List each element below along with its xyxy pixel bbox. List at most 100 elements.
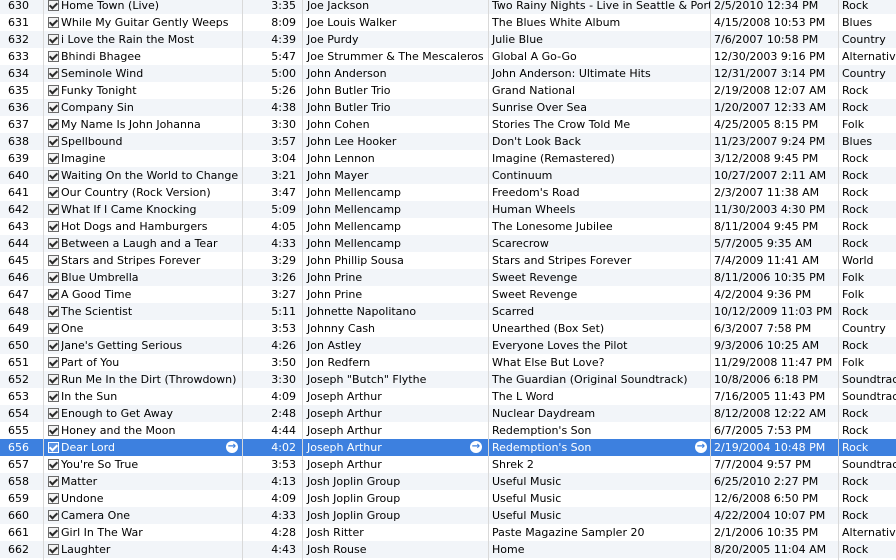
checkbox-checked-icon[interactable] <box>48 51 59 62</box>
track-row[interactable]: 642 What If I Came Knocking 5:09 John Melle… <box>0 201 896 218</box>
track-row[interactable]: 653 In the Sun 4:09 Joseph Arthur The L Word… <box>0 388 896 405</box>
track-checkbox-cell[interactable] <box>43 405 61 422</box>
track-checkbox-cell[interactable] <box>43 99 61 116</box>
checkbox-checked-icon[interactable] <box>48 68 59 79</box>
track-checkbox-cell[interactable] <box>43 167 61 184</box>
track-checkbox-cell[interactable] <box>43 286 61 303</box>
track-checkbox-cell[interactable] <box>43 0 61 14</box>
track-row[interactable]: 638 Spellbound 3:57 John Lee Hooker Don't Lo… <box>0 133 896 150</box>
track-row[interactable]: 630 Home Town (Live) 3:35 Joe Jackson Two Ra… <box>0 0 896 14</box>
track-row[interactable]: 640 Waiting On the World to Change 3:21 Joh… <box>0 167 896 184</box>
go-to-arrow-icon[interactable]: → <box>695 441 707 453</box>
checkbox-checked-icon[interactable] <box>48 289 59 300</box>
track-row[interactable]: 649 One 3:53 Johnny Cash Unearthed (Box Set)… <box>0 320 896 337</box>
checkbox-checked-icon[interactable] <box>48 85 59 96</box>
track-checkbox-cell[interactable] <box>43 31 61 48</box>
track-checkbox-cell[interactable] <box>43 388 61 405</box>
track-checkbox-cell[interactable] <box>43 150 61 167</box>
track-row[interactable]: 660 Camera One 4:33 Josh Joplin Group Useful… <box>0 507 896 524</box>
checkbox-checked-icon[interactable] <box>48 340 59 351</box>
checkbox-checked-icon[interactable] <box>48 119 59 130</box>
track-checkbox-cell[interactable] <box>43 116 61 133</box>
song-list[interactable]: 630 Home Town (Live) 3:35 Joe Jackson Two Ra… <box>0 0 896 560</box>
track-row[interactable]: 645 Stars and Stripes Forever 3:29 John Phi… <box>0 252 896 269</box>
track-checkbox-cell[interactable] <box>43 269 61 286</box>
checkbox-checked-icon[interactable] <box>48 357 59 368</box>
checkbox-checked-icon[interactable] <box>48 221 59 232</box>
track-checkbox-cell[interactable] <box>43 184 61 201</box>
checkbox-checked-icon[interactable] <box>48 170 59 181</box>
track-checkbox-cell[interactable] <box>43 133 61 150</box>
checkbox-checked-icon[interactable] <box>48 374 59 385</box>
track-checkbox-cell[interactable] <box>43 422 61 439</box>
track-row[interactable]: 632 i Love the Rain the Most 4:39 Joe Purdy… <box>0 31 896 48</box>
checkbox-checked-icon[interactable] <box>48 408 59 419</box>
track-checkbox-cell[interactable] <box>43 524 61 541</box>
checkbox-checked-icon[interactable] <box>48 272 59 283</box>
track-row[interactable]: 659 Undone 4:09 Josh Joplin Group Useful Mus… <box>0 490 896 507</box>
checkbox-checked-icon[interactable] <box>48 0 59 11</box>
checkbox-checked-icon[interactable] <box>48 136 59 147</box>
checkbox-checked-icon[interactable] <box>48 204 59 215</box>
track-checkbox-cell[interactable] <box>43 490 61 507</box>
track-row[interactable]: 643 Hot Dogs and Hamburgers 4:05 John Melle… <box>0 218 896 235</box>
track-row[interactable]: 644 Between a Laugh and a Tear 4:33 John Me… <box>0 235 896 252</box>
checkbox-checked-icon[interactable] <box>48 459 59 470</box>
track-row[interactable]: 652 Run Me In the Dirt (Throwdown) 3:30 Jos… <box>0 371 896 388</box>
checkbox-checked-icon[interactable] <box>48 153 59 164</box>
checkbox-checked-icon[interactable] <box>48 306 59 317</box>
track-checkbox-cell[interactable] <box>43 218 61 235</box>
track-checkbox-cell[interactable] <box>43 65 61 82</box>
track-checkbox-cell[interactable] <box>43 507 61 524</box>
track-row[interactable]: 648 The Scientist 5:11 Johnette Napolitano S… <box>0 303 896 320</box>
track-row[interactable]: 635 Funky Tonight 5:26 John Butler Trio Gran… <box>0 82 896 99</box>
track-checkbox-cell[interactable] <box>43 14 61 31</box>
track-row[interactable]: 637 My Name Is John Johanna 3:30 John Cohen… <box>0 116 896 133</box>
go-to-arrow-icon[interactable]: → <box>226 441 238 453</box>
track-row[interactable]: 650 Jane's Getting Serious 4:26 Jon Astley E… <box>0 337 896 354</box>
track-row[interactable]: 647 A Good Time 3:27 John Prine Sweet Reveng… <box>0 286 896 303</box>
track-row[interactable]: 636 Company Sin 4:38 John Butler Trio Sunris… <box>0 99 896 116</box>
checkbox-checked-icon[interactable] <box>48 34 59 45</box>
track-row-selected[interactable]: 656 Dear Lord 4:02 Joseph Arthur Redemption'… <box>0 439 896 456</box>
track-row[interactable]: 633 Bhindi Bhagee 5:47 Joe Strummer & The M… <box>0 48 896 65</box>
track-row[interactable]: 658 Matter 4:13 Josh Joplin Group Useful Mus… <box>0 473 896 490</box>
track-row[interactable]: 651 Part of You 3:50 Jon Redfern What Else B… <box>0 354 896 371</box>
track-row[interactable]: 634 Seminole Wind 5:00 John Anderson John An… <box>0 65 896 82</box>
track-checkbox-cell[interactable] <box>43 473 61 490</box>
track-checkbox-cell[interactable] <box>43 82 61 99</box>
checkbox-checked-icon[interactable] <box>48 391 59 402</box>
checkbox-checked-icon[interactable] <box>48 323 59 334</box>
checkbox-checked-icon[interactable] <box>48 255 59 266</box>
track-checkbox-cell[interactable] <box>43 48 61 65</box>
track-row[interactable]: 654 Enough to Get Away 2:48 Joseph Arthur Nu… <box>0 405 896 422</box>
checkbox-checked-icon[interactable] <box>48 425 59 436</box>
track-row[interactable]: 641 Our Country (Rock Version) 3:47 John Me… <box>0 184 896 201</box>
checkbox-checked-icon[interactable] <box>48 442 59 453</box>
track-checkbox-cell[interactable] <box>43 456 61 473</box>
track-checkbox-cell[interactable] <box>43 371 61 388</box>
checkbox-checked-icon[interactable] <box>48 17 59 28</box>
track-row[interactable]: 639 Imagine 3:04 John Lennon Imagine (Remast… <box>0 150 896 167</box>
track-row[interactable]: 655 Honey and the Moon 4:44 Joseph Arthur Re… <box>0 422 896 439</box>
track-checkbox-cell[interactable] <box>43 439 61 456</box>
track-checkbox-cell[interactable] <box>43 235 61 252</box>
track-row[interactable]: 662 Laughter 4:43 Josh Rouse Home 8/20/2005 1… <box>0 541 896 558</box>
track-row[interactable]: 657 You're So True 3:53 Joseph Arthur Shrek … <box>0 456 896 473</box>
go-to-arrow-icon[interactable]: → <box>470 441 482 453</box>
checkbox-checked-icon[interactable] <box>48 238 59 249</box>
track-checkbox-cell[interactable] <box>43 303 61 320</box>
track-checkbox-cell[interactable] <box>43 201 61 218</box>
checkbox-checked-icon[interactable] <box>48 527 59 538</box>
track-checkbox-cell[interactable] <box>43 252 61 269</box>
track-checkbox-cell[interactable] <box>43 337 61 354</box>
checkbox-checked-icon[interactable] <box>48 510 59 521</box>
track-checkbox-cell[interactable] <box>43 354 61 371</box>
checkbox-checked-icon[interactable] <box>48 187 59 198</box>
track-row[interactable]: 661 Girl In The War 4:28 Josh Ritter Paste M… <box>0 524 896 541</box>
track-checkbox-cell[interactable] <box>43 320 61 337</box>
checkbox-checked-icon[interactable] <box>48 544 59 555</box>
checkbox-checked-icon[interactable] <box>48 493 59 504</box>
track-row[interactable]: 646 Blue Umbrella 3:26 John Prine Sweet Reve… <box>0 269 896 286</box>
track-checkbox-cell[interactable] <box>43 541 61 558</box>
